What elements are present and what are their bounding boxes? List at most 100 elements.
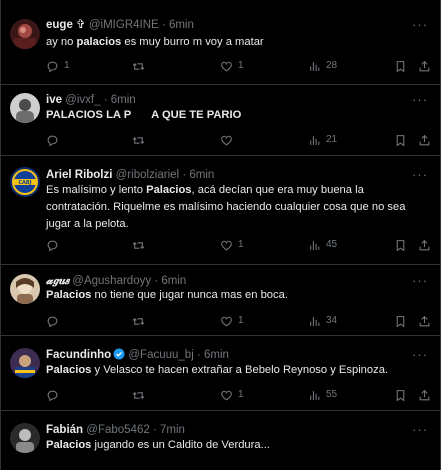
retweet-icon bbox=[132, 136, 145, 144]
separator: · bbox=[103, 94, 108, 106]
retweet-button[interactable] bbox=[132, 238, 150, 252]
display-name[interactable]: Fabián bbox=[46, 424, 83, 436]
reply-button[interactable] bbox=[46, 388, 64, 402]
like-button[interactable]: 1 bbox=[220, 314, 244, 328]
handle[interactable]: @Facuuu_bj bbox=[128, 349, 193, 361]
tweet-actions: 1 45 bbox=[46, 238, 430, 252]
more-options-button[interactable]: ··· bbox=[412, 274, 428, 287]
like-count: 1 bbox=[238, 239, 244, 250]
retweet-button[interactable] bbox=[132, 59, 150, 73]
tweet[interactable]: CABJ Ariel Ribolzi @ribolziariel · 6min … bbox=[1, 156, 440, 265]
views-icon bbox=[310, 61, 320, 71]
tweet[interactable]: ive @ivxf_ · 6min ··· PALACIOS LA P A QUE… bbox=[1, 85, 440, 156]
timestamp[interactable]: 6min bbox=[204, 349, 229, 361]
share-button[interactable] bbox=[418, 314, 431, 328]
views-button[interactable]: 28 bbox=[308, 59, 337, 73]
views-count: 21 bbox=[326, 134, 338, 145]
like-button[interactable]: 1 bbox=[220, 238, 244, 252]
like-button[interactable]: 1 bbox=[220, 388, 244, 402]
avatar[interactable] bbox=[10, 274, 40, 304]
share-button[interactable] bbox=[418, 388, 431, 402]
bookmark-icon bbox=[396, 239, 405, 251]
timestamp[interactable]: 6min bbox=[189, 169, 214, 181]
more-options-button[interactable]: ··· bbox=[412, 168, 428, 181]
tweet[interactable]: Facundinho @Facuuu_bj · 6min ··· Palacio… bbox=[1, 336, 440, 411]
views-icon bbox=[310, 316, 320, 326]
reply-button[interactable]: 1 bbox=[46, 59, 70, 73]
bookmark-icon bbox=[396, 315, 405, 327]
share-icon bbox=[419, 315, 430, 326]
display-name[interactable]: 𝓪𝒈𝒖𝒔 bbox=[46, 275, 69, 287]
views-button[interactable]: 34 bbox=[308, 314, 337, 328]
text-segment: ay no bbox=[46, 36, 77, 48]
tweet-header: 𝓪𝒈𝒖𝒔 @Agushardoyy · 6min bbox=[46, 274, 186, 288]
timestamp[interactable]: 6min bbox=[111, 94, 136, 106]
views-button[interactable]: 55 bbox=[308, 388, 337, 402]
like-count: 1 bbox=[238, 315, 244, 326]
more-options-button[interactable]: ··· bbox=[412, 423, 428, 436]
more-options-button[interactable]: ··· bbox=[412, 348, 428, 361]
timestamp[interactable]: 6min bbox=[169, 19, 194, 31]
retweet-icon bbox=[132, 241, 145, 249]
tweet-actions: 1 1 28 bbox=[46, 59, 430, 73]
display-name[interactable]: euge ✞ bbox=[46, 19, 86, 31]
separator: · bbox=[182, 169, 187, 181]
tweet-actions: 1 34 bbox=[46, 314, 430, 328]
text-segment: LA P bbox=[102, 109, 132, 121]
bookmark-button[interactable] bbox=[394, 133, 407, 147]
share-icon bbox=[419, 239, 430, 250]
redaction bbox=[131, 107, 152, 120]
reply-icon bbox=[47, 316, 58, 327]
share-button[interactable] bbox=[418, 133, 431, 147]
share-button[interactable] bbox=[418, 59, 431, 73]
bookmark-button[interactable] bbox=[394, 314, 407, 328]
tweet[interactable]: Fabián @Fabo5462 · 7min ··· Palacios jug… bbox=[1, 411, 440, 470]
avatar[interactable] bbox=[10, 19, 40, 49]
like-button[interactable] bbox=[220, 133, 238, 147]
handle[interactable]: @Fabo5462 bbox=[86, 424, 149, 436]
views-icon bbox=[310, 135, 320, 145]
views-button[interactable]: 45 bbox=[308, 238, 337, 252]
handle[interactable]: @ivxf_ bbox=[65, 94, 100, 106]
display-name[interactable]: Facundinho bbox=[46, 349, 111, 361]
text-highlight: PALACIOS bbox=[46, 109, 103, 121]
views-button[interactable]: 21 bbox=[308, 133, 337, 147]
handle[interactable]: @iMIGR4INE bbox=[89, 19, 159, 31]
bookmark-button[interactable] bbox=[394, 59, 407, 73]
display-name[interactable]: Ariel Ribolzi bbox=[46, 169, 112, 181]
timestamp[interactable]: 6min bbox=[161, 275, 186, 287]
text-highlight: Palacios bbox=[46, 364, 92, 376]
tweet-actions: 1 55 bbox=[46, 388, 430, 402]
reply-button[interactable] bbox=[46, 314, 64, 328]
handle[interactable]: @ribolziariel bbox=[116, 169, 179, 181]
avatar[interactable] bbox=[10, 348, 40, 378]
share-button[interactable] bbox=[418, 238, 431, 252]
text-segment: A QUE TE PARIO bbox=[151, 109, 242, 121]
more-options-button[interactable]: ··· bbox=[412, 93, 428, 106]
tweet-text: Es malísimo y lento Palacios, acá decían… bbox=[46, 182, 430, 233]
tweet[interactable]: euge ✞ @iMIGR4INE · 6min ··· ay no palac… bbox=[1, 0, 440, 85]
avatar[interactable]: CABJ bbox=[10, 167, 40, 197]
tweet[interactable]: 𝓪𝒈𝒖𝒔 @Agushardoyy · 6min ··· Palacios no… bbox=[1, 265, 440, 336]
reply-button[interactable] bbox=[46, 133, 64, 147]
display-name[interactable]: ive bbox=[46, 94, 62, 106]
more-options-button[interactable]: ··· bbox=[412, 18, 428, 31]
views-icon bbox=[310, 240, 320, 250]
avatar[interactable] bbox=[10, 423, 40, 453]
handle[interactable]: @Agushardoyy bbox=[72, 275, 151, 287]
retweet-button[interactable] bbox=[132, 314, 150, 328]
avatar[interactable] bbox=[10, 93, 40, 123]
retweet-button[interactable] bbox=[132, 133, 150, 147]
tweet-text: ay no palacios es muy burro m voy a mata… bbox=[46, 34, 430, 51]
reply-icon bbox=[47, 390, 58, 401]
like-button[interactable]: 1 bbox=[220, 59, 244, 73]
retweet-icon bbox=[132, 391, 145, 399]
timestamp[interactable]: 7min bbox=[160, 424, 185, 436]
text-highlight: Palacios bbox=[46, 439, 92, 451]
bookmark-button[interactable] bbox=[394, 238, 407, 252]
reply-button[interactable] bbox=[46, 238, 64, 252]
text-highlight: Palacios bbox=[46, 289, 92, 301]
bookmark-button[interactable] bbox=[394, 388, 407, 402]
retweet-button[interactable] bbox=[132, 388, 150, 402]
tweet-header: Ariel Ribolzi @ribolziariel · 6min bbox=[46, 168, 214, 182]
